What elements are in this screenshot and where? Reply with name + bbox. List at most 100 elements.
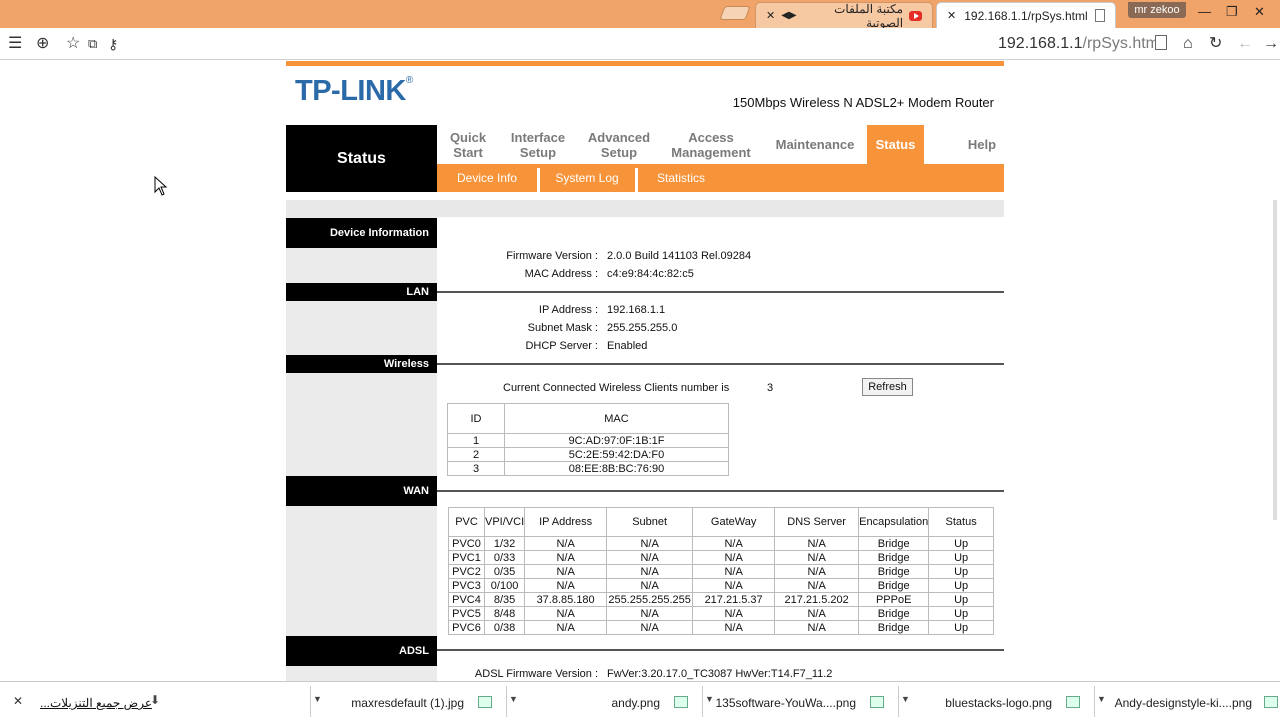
table-cell: 0/38	[483, 620, 526, 635]
address-bar[interactable]: 192.168.1.1/rpSys.html	[998, 34, 1163, 54]
back-icon[interactable]: ←	[1237, 34, 1253, 54]
subnav-divider	[537, 168, 540, 192]
table-cell: PVC0	[448, 536, 485, 551]
image-file-icon	[674, 696, 688, 708]
column-header: DNS Server	[774, 507, 860, 537]
minimize-icon[interactable]: —	[1198, 4, 1211, 19]
table-cell: N/A	[606, 550, 694, 565]
wan-table-body: PVC0 1/32 N/A N/A N/A N/A Bridge Up PVC1 0/33 N/A N…	[448, 536, 994, 635]
column-header: MAC	[504, 403, 729, 434]
brand-name: TP-LINK	[295, 75, 406, 107]
subnav-statistics[interactable]: Statistics	[639, 164, 723, 192]
tab-close-icon[interactable]: ✕	[947, 9, 956, 22]
key-icon[interactable]: ⚷	[108, 34, 118, 54]
speaker-icon: ◀▶	[781, 10, 797, 21]
subnav-system-log[interactable]: System Log	[541, 164, 633, 192]
chevron-down-icon[interactable]: ▼	[901, 694, 910, 704]
nav-interface-setup[interactable]: Interface Setup	[503, 125, 573, 164]
forward-icon[interactable]: →	[1263, 34, 1279, 54]
nav-status[interactable]: Status	[867, 125, 924, 164]
download-item[interactable]: ▼ maxresdefault (1).jpg	[310, 686, 506, 717]
table-cell: Up	[928, 564, 994, 579]
table-cell: PVC4	[448, 592, 485, 607]
table-cell: N/A	[606, 578, 694, 593]
table-cell: 5C:2E:59:42:DA:F0	[504, 447, 729, 462]
new-tab-button[interactable]	[719, 6, 751, 20]
window-close-icon[interactable]: ✕	[1254, 4, 1265, 20]
download-bar: ✕ عرض جميع التنزيلات... ⬇ ▼ maxresdefaul…	[0, 681, 1280, 720]
table-row: PVC5 8/48 N/A N/A N/A N/A Bridge Up	[448, 606, 994, 621]
subnav-device-info[interactable]: Device Info	[441, 164, 533, 192]
nav-access-management[interactable]: Access Management	[666, 125, 756, 164]
main-nav: Quick Start Interface Setup Advanced Setup …	[437, 125, 1004, 164]
column-header: Status	[928, 507, 994, 537]
column-header: PVC	[448, 507, 485, 537]
youtube-icon	[909, 10, 922, 21]
section-divider	[437, 363, 1004, 365]
download-item[interactable]: ▼ Andy-designstyle-ki....png	[1094, 686, 1280, 717]
tab-router-status[interactable]: ✕ 192.168.1.1/rpSys.html	[936, 2, 1116, 28]
table-cell: N/A	[606, 606, 694, 621]
table-cell: 217.21.5.37	[692, 592, 776, 607]
download-icon: ⬇	[150, 693, 161, 707]
refresh-button[interactable]: Refresh	[862, 378, 913, 396]
tab-close-icon[interactable]: ✕	[766, 9, 775, 22]
table-cell: N/A	[774, 606, 860, 621]
show-all-downloads-link[interactable]: عرض جميع التنزيلات...	[40, 696, 152, 710]
bookmark-star-icon[interactable]: ☆	[66, 34, 80, 54]
chevron-down-icon[interactable]: ▼	[1097, 694, 1106, 704]
reload-icon[interactable]: ↻	[1209, 34, 1222, 54]
section-device-information: Device Information	[286, 218, 437, 248]
tab-title: مكتبة الملفات الصوتية	[834, 1, 904, 30]
table-row: PVC4 8/35 37.8.85.180 255.255.255.255 217.21…	[448, 592, 994, 607]
chevron-down-icon[interactable]: ▼	[509, 694, 518, 704]
menu-icon[interactable]: ☰	[8, 34, 22, 54]
table-row: 1 9C:AD:97:0F:1B:1F	[447, 433, 729, 448]
table-cell: 8/48	[483, 606, 526, 621]
page-info-icon[interactable]	[1155, 35, 1167, 50]
nav-help[interactable]: Help	[957, 125, 1007, 164]
table-cell: Up	[928, 620, 994, 635]
subnet-mask-label: Subnet Mask :	[527, 322, 598, 334]
download-item[interactable]: ▼ andy.png	[506, 686, 702, 717]
table-row: PVC1 0/33 N/A N/A N/A N/A Bridge Up	[448, 550, 994, 565]
table-cell: Bridge	[858, 578, 930, 593]
table-header-row: ID MAC	[447, 403, 729, 434]
download-filename: Andy-designstyle-ki....png	[1114, 696, 1252, 710]
download-item[interactable]: ▼ 135software-YouWa....png	[702, 686, 898, 717]
home-icon[interactable]: ⌂	[1183, 34, 1193, 54]
subnet-mask-value: 255.255.255.0	[607, 322, 678, 334]
tab-audio-library[interactable]: ✕ ◀▶ مكتبة الملفات الصوتية	[755, 1, 933, 30]
table-row: PVC6 0/38 N/A N/A N/A N/A Bridge Up	[448, 620, 994, 635]
nav-quick-start[interactable]: Quick Start	[437, 125, 499, 164]
adsl-firmware-value: FwVer:3.20.17.0_TC3087 HwVer:T14.F7_11.2	[607, 668, 833, 680]
header-accent-line	[286, 61, 1004, 66]
table-cell: Up	[928, 578, 994, 593]
table-cell: N/A	[524, 578, 608, 593]
table-cell: N/A	[774, 564, 860, 579]
table-cell: Bridge	[858, 536, 930, 551]
wireless-clients-label: Current Connected Wireless Clients numbe…	[503, 382, 730, 394]
chevron-down-icon[interactable]: ▼	[705, 694, 714, 704]
section-wireless: Wireless	[286, 355, 437, 373]
restore-icon[interactable]: ❐	[1226, 4, 1238, 20]
table-cell: 255.255.255.255	[606, 592, 694, 607]
download-filename: maxresdefault (1).jpg	[351, 696, 464, 710]
globe-icon[interactable]: ⊕	[36, 34, 49, 54]
wireless-clients-table: ID MAC 1 9C:AD:97:0F:1B:1F 2 5C:2E:59:42…	[447, 403, 729, 476]
profile-badge[interactable]: mr zekoo	[1128, 2, 1186, 18]
table-cell: Bridge	[858, 620, 930, 635]
section-adsl: ADSL	[286, 636, 437, 666]
close-download-bar-icon[interactable]: ✕	[13, 694, 23, 708]
download-item[interactable]: ▼ bluestacks-logo.png	[898, 686, 1094, 717]
table-cell: PVC1	[448, 550, 485, 565]
page-icon	[1095, 9, 1105, 22]
section-divider	[437, 649, 1004, 651]
nav-advanced-setup[interactable]: Advanced Setup	[582, 125, 656, 164]
column-header: ID	[447, 403, 505, 434]
chevron-down-icon[interactable]: ▼	[313, 694, 322, 704]
nav-maintenance[interactable]: Maintenance	[771, 125, 859, 164]
translate-icon[interactable]: ⧉	[88, 34, 97, 54]
table-cell: Up	[928, 550, 994, 565]
page-scrollbar[interactable]	[1273, 200, 1277, 520]
